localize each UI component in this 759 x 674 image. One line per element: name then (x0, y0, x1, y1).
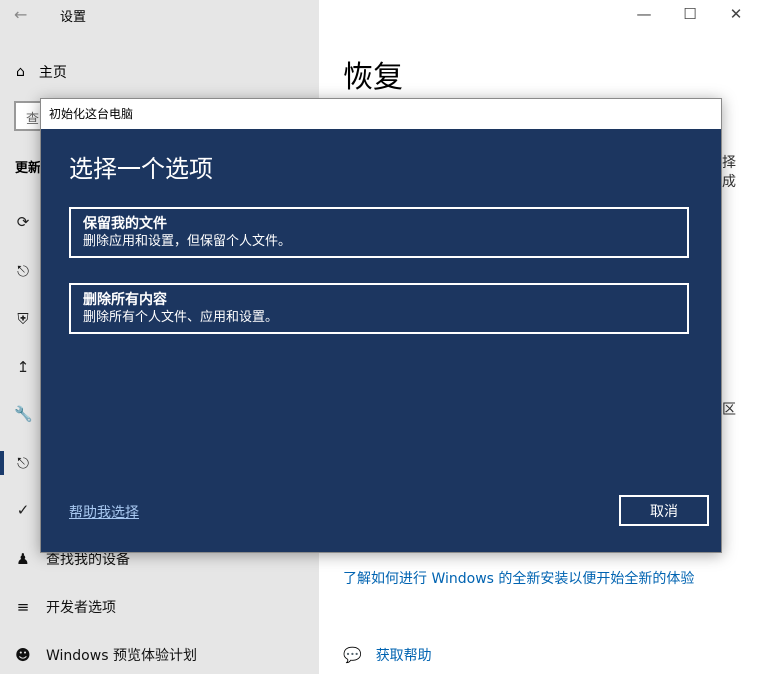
delivery-icon[interactable]: ⎋ (14, 262, 32, 280)
option-title: 保留我的文件 (83, 216, 167, 232)
keep-files-option[interactable]: 保留我的文件 删除应用和设置，但保留个人文件。 (69, 207, 689, 258)
sync-icon[interactable]: ⟳ (14, 213, 32, 231)
back-arrow-icon[interactable]: ← (14, 5, 27, 24)
sidebar-item-label: 开发者选项 (46, 600, 116, 616)
option-description: 删除应用和设置，但保留个人文件。 (83, 234, 292, 249)
minimize-button[interactable]: — (621, 0, 667, 30)
dialog-heading: 选择一个选项 (69, 155, 213, 183)
get-help-link[interactable]: 💬 获取帮助 (343, 645, 432, 665)
nav-home[interactable]: ⌂ 主页 (16, 62, 67, 82)
nav-home-label: 主页 (38, 65, 67, 81)
dialog-body: 选择一个选项 保留我的文件 删除应用和设置，但保留个人文件。 删除所有内容 删除… (41, 129, 721, 552)
upload-arrow-icon[interactable]: ↥ (14, 358, 32, 376)
remove-everything-option[interactable]: 删除所有内容 删除所有个人文件、应用和设置。 (69, 283, 689, 334)
text-fragment: 择 (722, 155, 736, 171)
option-title: 删除所有内容 (83, 292, 167, 308)
dialog-titlebar: 初始化这台电脑 (41, 99, 721, 129)
text-fragment: 成 (722, 174, 736, 190)
recovery-icon[interactable]: ⎋ (14, 454, 32, 472)
maximize-button[interactable]: ☐ (667, 0, 713, 30)
wrench-icon[interactable]: 🔧 (14, 405, 33, 423)
app-title: 设置 (60, 10, 87, 25)
reset-pc-dialog: 初始化这台电脑 选择一个选项 保留我的文件 删除应用和设置，但保留个人文件。 删… (40, 98, 722, 553)
option-description: 删除所有个人文件、应用和设置。 (83, 310, 279, 325)
close-button[interactable]: ✕ (713, 0, 759, 30)
home-icon: ⌂ (16, 64, 25, 80)
shield-icon[interactable]: ⛨ (14, 310, 32, 328)
chat-help-icon: 💬 (343, 646, 362, 664)
window-controls: — ☐ ✕ (621, 0, 759, 30)
sidebar-item-developer[interactable]: ≡ 开发者选项 (14, 597, 116, 617)
search-input-text: 查 (26, 112, 40, 127)
person-pin-icon: ♟ (16, 550, 30, 568)
page-title: 恢复 (343, 60, 403, 95)
sidebar-item-insider[interactable]: ☻ Windows 预览体验计划 (14, 645, 197, 665)
get-help-label: 获取帮助 (375, 648, 432, 664)
sidebar-item-label: Windows 预览体验计划 (46, 648, 197, 664)
text-fragment: 区 (722, 402, 736, 418)
active-indicator (0, 451, 4, 475)
cancel-button[interactable]: 取消 (619, 495, 709, 526)
check-circle-icon[interactable]: ✓ (14, 501, 32, 519)
help-me-choose-link[interactable]: 帮助我选择 (69, 502, 139, 522)
clean-install-link[interactable]: 了解如何进行 Windows 的全新安装以便开始全新的体验 (343, 568, 694, 588)
insider-icon: ☻ (15, 646, 31, 664)
section-label: 更新 (15, 161, 42, 176)
developer-icon: ≡ (16, 598, 30, 616)
